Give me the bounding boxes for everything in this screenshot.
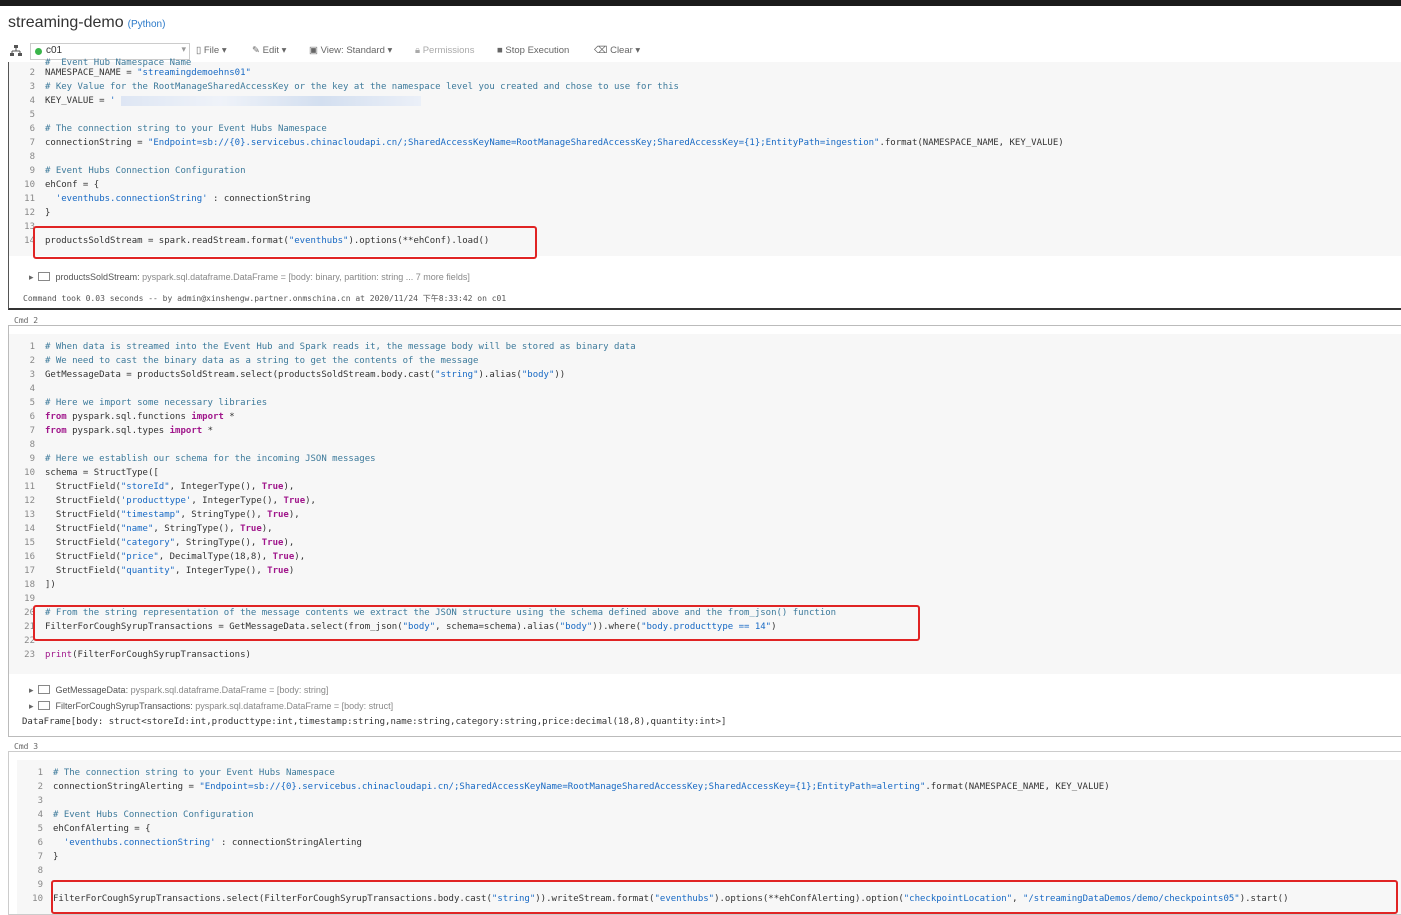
code-line: 7 connectionString = "Endpoint=sb://{0}.s… (29, 138, 1064, 148)
code-line: 3 # Key Value for the RootManageSharedAcc… (29, 82, 679, 92)
top-bar (0, 0, 1401, 6)
stop-execution-label: Stop Execution (505, 45, 570, 56)
eraser-icon: ⌫ (594, 45, 608, 56)
output-dataframe[interactable]: ▸ productsSoldStream: pyspark.sql.datafra… (29, 272, 470, 283)
command-cell-2[interactable]: 1 # When data is streamed into the Event … (8, 325, 1401, 737)
code-line: 5 # Here we import some necessary librari… (29, 398, 268, 408)
cluster-name: c01 (46, 45, 63, 56)
highlight-box (51, 880, 1398, 914)
code-line: 6 # The connection string to your Event H… (29, 124, 327, 134)
code-line: 14 StructField("name", StringType(), Tru… (24, 524, 273, 534)
cmd-label: Cmd 2 (14, 316, 39, 325)
code-line: 19 (24, 594, 35, 604)
code-line: 3 GetMessageData = productsSoldStream.sel… (29, 370, 566, 380)
code-line: 8 (29, 440, 35, 450)
code-line: 4 KEY_VALUE = ' (9, 94, 421, 108)
command-cell-1[interactable]: # Event Hub Namespace Name 2 NAMESPACE_NA… (8, 58, 1401, 310)
permissions-button[interactable]: 🔒︎ Permissions (415, 45, 474, 56)
code-line: 10 schema = StructType([ (24, 468, 159, 478)
table-icon (37, 701, 50, 710)
code-line: 17 StructField("quantity", IntegerType()… (24, 566, 295, 576)
notebook-title: streaming-demo (Python) (8, 14, 165, 32)
lock-icon: 🔒︎ (415, 45, 421, 56)
code-line: 7 from pyspark.sql.types import * (29, 426, 213, 436)
cluster-status-icon (35, 48, 42, 55)
code-line: 2 connectionStringAlerting = "Endpoint=sb… (37, 782, 1110, 792)
expand-arrow-icon: ▸ (29, 701, 34, 711)
output-dataframe[interactable]: ▸ GetMessageData: pyspark.sql.dataframe.D… (29, 685, 328, 696)
code-editor[interactable]: # Event Hub Namespace Name 2 NAMESPACE_NA… (9, 58, 1401, 259)
code-line: 16 StructField("price", DecimalType(18,8… (24, 552, 306, 562)
command-cell-3[interactable]: 1 # The connection string to your Event H… (8, 751, 1401, 915)
chevron-down-icon: ▾ (181, 44, 186, 54)
file-menu-label: File (203, 45, 220, 56)
code-line: 5 (29, 110, 35, 120)
code-line: 6 from pyspark.sql.functions import * (29, 412, 235, 422)
printed-output: DataFrame[body: struct<storeId:int,produ… (22, 717, 727, 727)
table-icon (37, 685, 50, 694)
table-icon (37, 272, 50, 281)
code-line: 4 # Event Hubs Connection Configuration (37, 810, 254, 820)
expand-arrow-icon: ▸ (29, 272, 34, 282)
code-line: 11 StructField("storeId", IntegerType(),… (24, 482, 295, 492)
edit-menu[interactable]: ✎ Edit ▾ (252, 45, 286, 56)
code-line: 3 (37, 796, 43, 806)
code-line: 1 # The connection string to your Event H… (37, 768, 335, 778)
code-line: 13 StructField("timestamp", StringType()… (24, 510, 300, 520)
command-footer: Command took 0.03 seconds -- by admin@xi… (23, 294, 507, 303)
code-line: 1 # When data is streamed into the Event … (29, 342, 636, 352)
code-line: 6 'eventhubs.connectionString' : connect… (37, 838, 362, 848)
file-icon: ▯ (196, 45, 202, 56)
clear-menu[interactable]: ⌫ Clear ▾ (594, 45, 640, 56)
view-menu-label: View: Standard (320, 45, 385, 56)
code-line: 23 print(FilterForCoughSyrupTransactions) (24, 650, 251, 660)
code-line: 2 # We need to cast the binary data as a … (29, 356, 479, 366)
stop-icon: ■ (497, 45, 503, 56)
code-editor[interactable]: 1 # The connection string to your Event H… (17, 760, 1401, 914)
code-line: 8 (37, 866, 43, 876)
notebook-name[interactable]: streaming-demo (8, 14, 124, 31)
edit-menu-label: Edit (262, 45, 279, 56)
code-line: 12 StructField('producttype', IntegerTyp… (24, 496, 316, 506)
expand-arrow-icon: ▸ (29, 685, 34, 695)
code-line: 11 'eventhubs.connectionString' : connec… (24, 194, 311, 204)
highlight-box (33, 226, 537, 259)
code-line: 8 (29, 152, 35, 162)
cmd-label: Cmd 3 (14, 742, 39, 751)
pencil-icon: ✎ (252, 45, 260, 56)
redacted-key (120, 95, 421, 106)
code-line: 12} (24, 208, 51, 218)
permissions-label: Permissions (422, 45, 475, 56)
code-line: 5 ehConfAlerting = { (37, 824, 151, 834)
code-line: 9 # Here we establish our schema for the … (29, 454, 376, 464)
highlight-box (33, 605, 920, 641)
code-line: 15 StructField("category", StringType(),… (24, 538, 295, 548)
code-editor[interactable]: 1 # When data is streamed into the Event … (9, 334, 1401, 674)
code-line: 18]) (24, 580, 56, 590)
clear-menu-label: Clear (610, 45, 633, 56)
code-line: 4 (29, 384, 35, 394)
view-menu[interactable]: ▣ View: Standard ▾ (309, 45, 392, 56)
code-line: 7} (37, 852, 59, 862)
code-line: 2 NAMESPACE_NAME = "streamingdemoehns01" (29, 68, 251, 78)
stop-execution-button[interactable]: ■ Stop Execution (497, 45, 569, 56)
code-line: 9 # Event Hubs Connection Configuration (29, 166, 246, 176)
output-dataframe[interactable]: ▸ FilterForCoughSyrupTransactions: pyspar… (29, 701, 393, 712)
code-line: 9 (37, 880, 43, 890)
notebook-toolbar: c01 ▾ ▯ File ▾ ✎ Edit ▾ ▣ View: Standard… (0, 40, 1401, 62)
file-menu[interactable]: ▯ File ▾ (196, 45, 227, 56)
notebook-language: (Python) (127, 19, 166, 30)
code-line: 10 ehConf = { (24, 180, 100, 190)
image-icon: ▣ (309, 45, 318, 56)
